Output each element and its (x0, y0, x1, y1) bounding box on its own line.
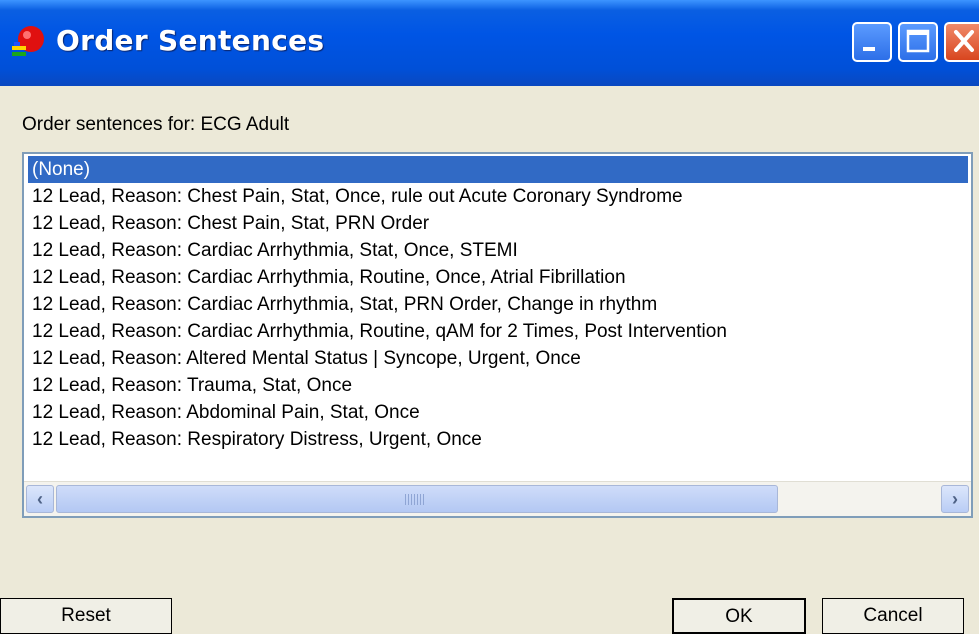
chevron-right-icon: › (952, 489, 958, 509)
close-icon (954, 30, 974, 52)
list-item[interactable]: 12 Lead, Reason: Cardiac Arrhythmia, Rou… (32, 318, 727, 345)
scroll-left-button[interactable]: ‹ (26, 485, 54, 513)
list-item[interactable]: 12 Lead, Reason: Cardiac Arrhythmia, Sta… (32, 291, 657, 318)
chevron-left-icon: ‹ (37, 489, 43, 509)
grip-icon (405, 494, 425, 505)
list-item[interactable]: (None) (28, 156, 968, 183)
minimize-button[interactable] (852, 22, 892, 62)
maximize-icon (906, 29, 930, 53)
horizontal-scrollbar[interactable]: ‹ › (24, 481, 971, 516)
scroll-right-button[interactable]: › (941, 485, 969, 513)
minimize-icon (863, 47, 875, 51)
list-item[interactable]: 12 Lead, Reason: Trauma, Stat, Once (32, 372, 352, 399)
cancel-button[interactable]: Cancel (822, 598, 964, 634)
list-item[interactable]: 12 Lead, Reason: Chest Pain, Stat, Once,… (32, 183, 683, 210)
list-item[interactable]: 12 Lead, Reason: Abdominal Pain, Stat, O… (32, 399, 420, 426)
reset-button[interactable]: Reset (0, 598, 172, 634)
scrollbar-thumb[interactable] (56, 485, 778, 513)
list-item[interactable]: 12 Lead, Reason: Cardiac Arrhythmia, Rou… (32, 264, 626, 291)
close-button[interactable] (944, 22, 979, 62)
window-title: Order Sentences (56, 24, 325, 57)
list-item[interactable]: 12 Lead, Reason: Altered Mental Status |… (32, 345, 581, 372)
list-item[interactable]: 12 Lead, Reason: Cardiac Arrhythmia, Sta… (32, 237, 518, 264)
list-item[interactable]: 12 Lead, Reason: Chest Pain, Stat, PRN O… (32, 210, 429, 237)
ok-button[interactable]: OK (672, 598, 806, 634)
maximize-button[interactable] (898, 22, 938, 62)
title-bar[interactable]: Order Sentences (0, 0, 979, 86)
list-item[interactable]: 12 Lead, Reason: Respiratory Distress, U… (32, 426, 482, 453)
order-sentences-label: Order sentences for: ECG Adult (22, 114, 290, 135)
order-sentences-list[interactable]: (None) 12 Lead, Reason: Chest Pain, Stat… (22, 152, 973, 518)
order-sentences-dialog: Order Sentences Order sentences for: ECG… (0, 0, 979, 634)
app-icon (12, 26, 44, 56)
